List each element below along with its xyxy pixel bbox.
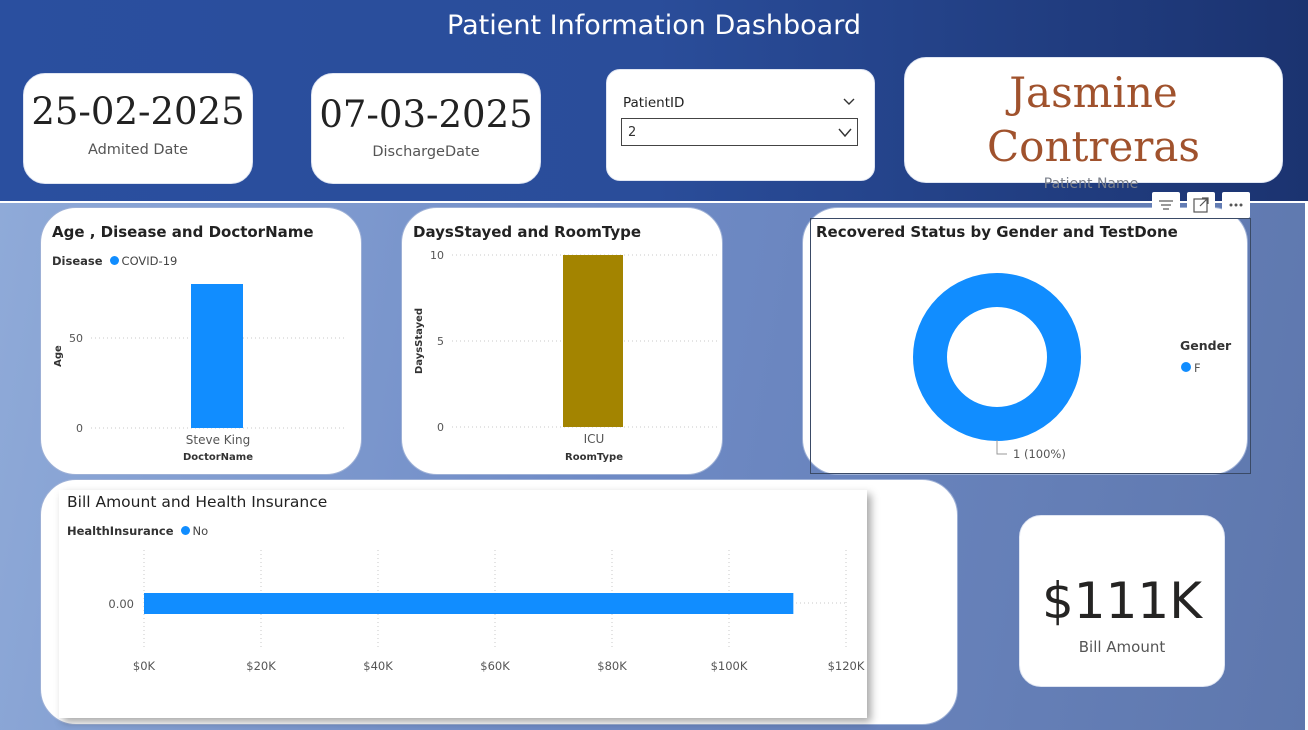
- patient-id-selected: 2: [628, 125, 637, 140]
- admitted-date-label: Admited Date: [87, 142, 189, 158]
- bill-amount-kpi-card[interactable]: $111K Bill Amount: [1019, 515, 1225, 687]
- x-tick-label: $80K: [597, 659, 627, 673]
- y-axis-label: DaysStayed: [414, 308, 425, 374]
- focus-mode-icon[interactable]: [1187, 192, 1215, 218]
- filter-icon[interactable]: [1152, 192, 1180, 218]
- selected-visual-border: [810, 218, 1251, 474]
- days-stayed-bar-chart: 10 5 0 ICU RoomType DaysStayed: [414, 249, 720, 463]
- y-tick-label: 0: [76, 422, 83, 435]
- age-bar-chart: 50 0 Steve King DoctorName Age: [53, 284, 346, 463]
- slicer-label: PatientID: [623, 95, 685, 111]
- y-tick-label: 10: [430, 249, 444, 262]
- discharge-date-value: 07-03-2025: [319, 93, 533, 136]
- patient-name-card: Jasmine Contreras: [904, 57, 1283, 183]
- patient-last-name: Contreras: [987, 122, 1200, 171]
- discharge-date-card: 07-03-2025 DischargeDate: [311, 73, 541, 184]
- y-tick-label: 0: [437, 421, 444, 434]
- bill-bar-chart: 0.00 $0K $20K $40K $60K $80K $100K $120K: [108, 550, 865, 673]
- dropdown-arrow-icon[interactable]: [837, 125, 853, 139]
- more-options-icon[interactable]: [1222, 192, 1250, 218]
- discharge-date-label: DischargeDate: [372, 144, 480, 160]
- bill-insurance-chart-card[interactable]: Bill Amount and Health Insurance HealthI…: [40, 479, 958, 725]
- y-tick-label: 50: [69, 332, 83, 345]
- bar-icu[interactable]: [563, 255, 623, 427]
- patient-id-slicer: PatientID 2: [606, 69, 875, 181]
- patient-name: Jasmine Contreras: [905, 66, 1282, 174]
- patient-name-caption: Patient Name: [1043, 176, 1139, 192]
- x-tick-label: $60K: [480, 659, 510, 673]
- y-tick-label: 5: [437, 335, 444, 348]
- days-stayed-chart-card[interactable]: DaysStayed and RoomType 10 5 0 ICU RoomT…: [401, 207, 723, 475]
- kpi-label: Bill Amount: [1078, 638, 1166, 656]
- x-axis-label: RoomType: [565, 452, 623, 463]
- x-tick-label: $20K: [246, 659, 276, 673]
- admitted-date-card: 25-02-2025 Admited Date: [23, 73, 253, 184]
- patient-first-name: Jasmine: [1009, 68, 1178, 117]
- kpi-value: $111K: [1041, 572, 1203, 630]
- chevron-down-icon[interactable]: [842, 94, 856, 108]
- x-tick-label: ICU: [584, 432, 605, 446]
- x-tick-label: $0K: [133, 659, 156, 673]
- age-disease-chart-card[interactable]: Age , Disease and DoctorName Disease COVI…: [40, 207, 362, 475]
- x-tick-label: $100K: [711, 659, 748, 673]
- y-tick-label: 0.00: [108, 597, 134, 611]
- bar-health-insurance-no[interactable]: [144, 593, 794, 614]
- bar-steve-king[interactable]: [191, 284, 243, 428]
- y-axis-label: Age: [53, 345, 64, 367]
- x-tick-label: $40K: [363, 659, 393, 673]
- page-title: Patient Information Dashboard: [447, 10, 861, 41]
- patient-id-dropdown[interactable]: 2: [621, 118, 858, 146]
- x-tick-label: $120K: [828, 659, 865, 673]
- x-axis-label: DoctorName: [183, 452, 253, 463]
- x-tick-label: Steve King: [186, 433, 250, 447]
- admitted-date-value: 25-02-2025: [31, 90, 245, 133]
